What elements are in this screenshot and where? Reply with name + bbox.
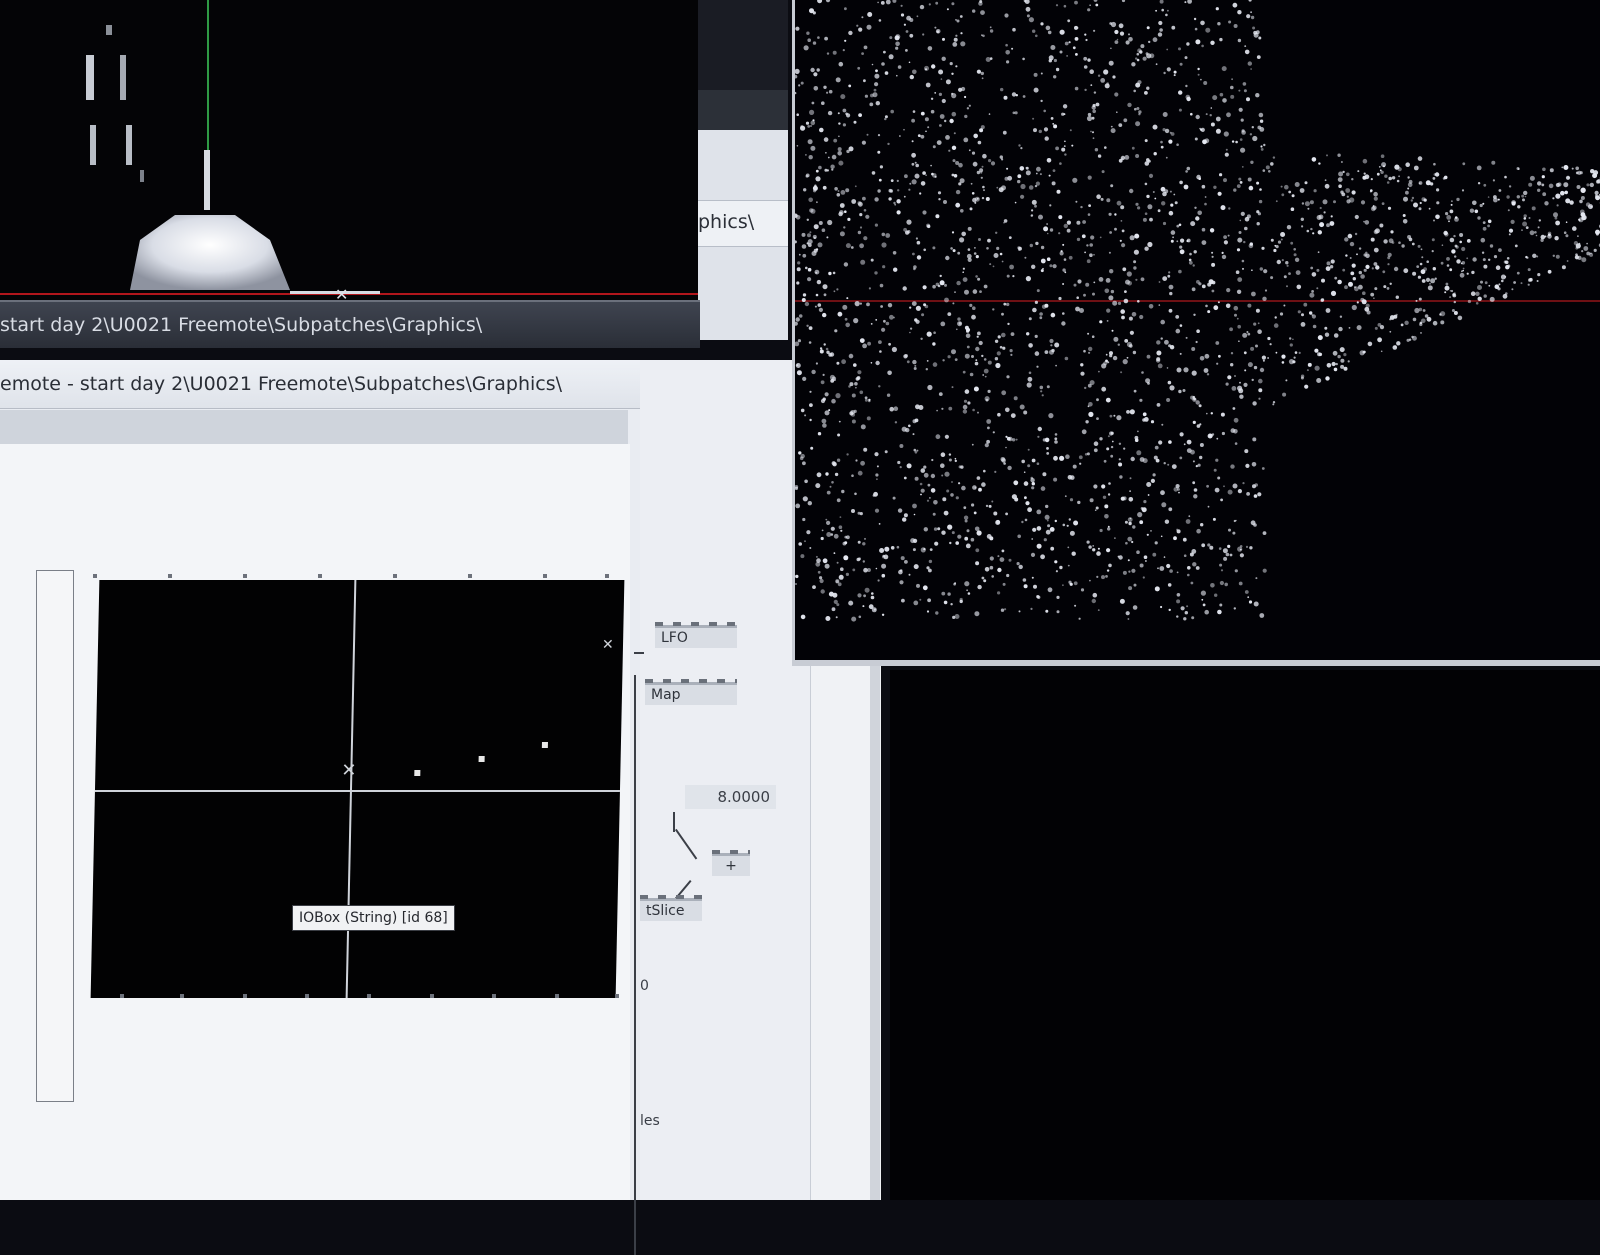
- node-pins[interactable]: [645, 679, 737, 683]
- node-pins[interactable]: [655, 622, 737, 626]
- point: [542, 742, 548, 748]
- partial-node-label: les: [640, 1113, 660, 1129]
- particle-cloud: [795, 0, 1600, 660]
- resize-handle[interactable]: [367, 994, 371, 998]
- plus-node[interactable]: +: [712, 853, 750, 876]
- back-window-titlebar[interactable]: start day 2\U0021 Freemote\Subpatches\Gr…: [0, 300, 700, 348]
- resize-handle[interactable]: [555, 994, 559, 998]
- y-axis-line: [346, 580, 357, 998]
- renderer-2d-view[interactable]: ✕ ✕: [91, 580, 625, 998]
- resize-handle[interactable]: [615, 994, 619, 998]
- x-axis-line: [95, 790, 620, 792]
- map-node-label: Map: [651, 687, 681, 703]
- lfo-node[interactable]: LFO: [655, 625, 737, 648]
- getslice-node[interactable]: tSlice: [640, 898, 702, 921]
- resize-handle[interactable]: [468, 574, 472, 578]
- resize-handle[interactable]: [168, 574, 172, 578]
- resize-handle[interactable]: [120, 994, 124, 998]
- scene-3d-view: ✕: [0, 0, 700, 300]
- plus-node-label: +: [725, 858, 737, 874]
- particle-renderer-window[interactable]: [792, 0, 1600, 666]
- resize-handle[interactable]: [605, 574, 609, 578]
- point: [479, 756, 485, 762]
- origin-marker-icon: ✕: [341, 762, 356, 780]
- strip-label: phics\: [698, 211, 754, 233]
- resize-handle[interactable]: [243, 574, 247, 578]
- link-wire: [675, 829, 697, 860]
- resize-handle[interactable]: [543, 574, 547, 578]
- node-pins[interactable]: [712, 850, 750, 854]
- renderer-window-top: ✕: [0, 0, 700, 300]
- node-tooltip: IOBox (String) [id 68]: [292, 905, 455, 931]
- renderer-window-bottom: [890, 670, 1600, 1200]
- point: [414, 770, 420, 776]
- renderer-frame-left: [36, 570, 74, 1102]
- resize-handle[interactable]: [243, 994, 247, 998]
- patch-window-title: emote - start day 2\U0021 Freemote\Subpa…: [0, 360, 562, 408]
- link-wire: [634, 675, 636, 1255]
- resize-handle[interactable]: [393, 574, 397, 578]
- patch-window-titlebar[interactable]: emote - start day 2\U0021 Freemote\Subpa…: [0, 360, 640, 409]
- resize-handle[interactable]: [318, 574, 322, 578]
- getslice-node-label: tSlice: [646, 903, 684, 919]
- window-edge-strip: phics\: [698, 0, 788, 340]
- map-node[interactable]: Map: [645, 682, 737, 705]
- resize-handle[interactable]: [93, 574, 97, 578]
- node-pins[interactable]: [640, 895, 702, 899]
- strip-header: [698, 90, 788, 130]
- resize-handle[interactable]: [492, 994, 496, 998]
- value-iobox[interactable]: 8.0000: [685, 785, 776, 809]
- link-wire: [634, 652, 644, 654]
- resize-handle[interactable]: [305, 994, 309, 998]
- window-border: [870, 660, 880, 1200]
- resize-handle[interactable]: [430, 994, 434, 998]
- corner-marker-icon: ✕: [602, 636, 614, 654]
- resize-handle[interactable]: [180, 994, 184, 998]
- back-window-title: start day 2\U0021 Freemote\Subpatches\Gr…: [0, 302, 482, 348]
- lfo-node-label: LFO: [661, 630, 688, 646]
- strip-tab[interactable]: phics\: [698, 200, 788, 247]
- patch-toolbar: [0, 410, 628, 444]
- partial-node-label: 0: [640, 978, 649, 994]
- svg-text:✕: ✕: [335, 285, 348, 300]
